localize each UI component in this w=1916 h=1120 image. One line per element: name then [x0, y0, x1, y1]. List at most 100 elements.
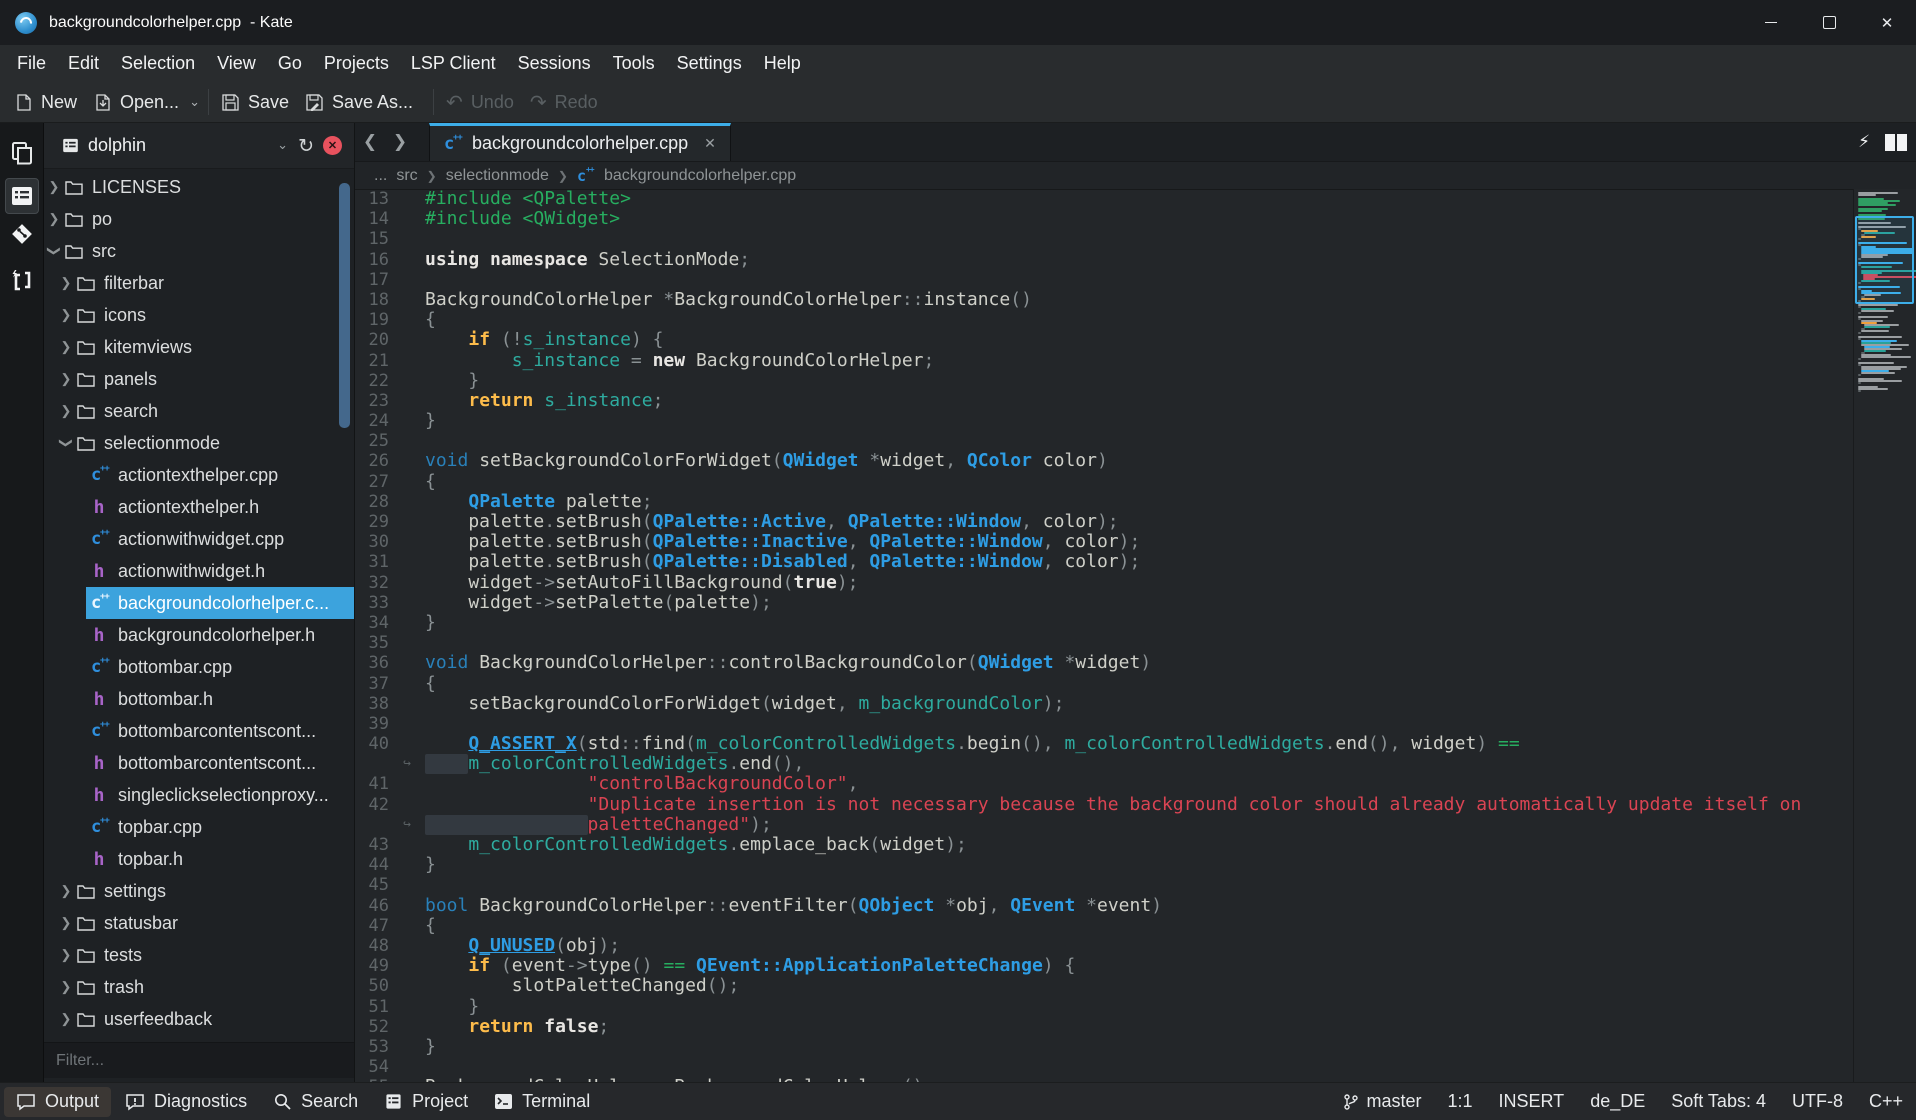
collapse-arrow-icon[interactable]: ❯	[46, 243, 62, 259]
expand-arrow-icon[interactable]: ❯	[58, 883, 74, 899]
code-line-54[interactable]: 54	[355, 1057, 1854, 1077]
tree-item-selectionmode[interactable]: ❯selectionmode	[44, 427, 354, 459]
code-line-34[interactable]: 34}	[355, 613, 1854, 633]
code-line-51[interactable]: 51 }	[355, 997, 1854, 1017]
expand-arrow-icon[interactable]: ❯	[58, 307, 74, 323]
code-line-27[interactable]: 27{	[355, 472, 1854, 492]
sidebar-tool-git[interactable]	[5, 216, 39, 252]
menu-go[interactable]: Go	[267, 45, 313, 82]
code-line-33[interactable]: 33 widget->setPalette(palette);	[355, 593, 1854, 613]
split-view-icon[interactable]	[1884, 133, 1908, 152]
tree-item-singleclickselectionproxy-[interactable]: hsingleclickselectionproxy...	[44, 779, 354, 811]
code-line-20[interactable]: 20 if (!s_instance) {	[355, 330, 1854, 350]
code-line-25[interactable]: 25	[355, 431, 1854, 451]
tree-item-trash[interactable]: ❯trash	[44, 971, 354, 1003]
expand-arrow-icon[interactable]: ❯	[58, 1011, 74, 1027]
tree-item-topbar-h[interactable]: htopbar.h	[44, 843, 354, 875]
collapse-arrow-icon[interactable]: ❯	[58, 435, 74, 451]
code-line-17[interactable]: 17	[355, 270, 1854, 290]
tree-item-backgroundcolorhelper-h[interactable]: hbackgroundcolorhelper.h	[44, 619, 354, 651]
code-line-14[interactable]: 14#include <QWidget>	[355, 209, 1854, 229]
code-line-37[interactable]: 37{	[355, 674, 1854, 694]
maximize-button[interactable]	[1800, 0, 1858, 45]
code-line-13[interactable]: 13#include <QPalette>	[355, 189, 1854, 209]
new-button[interactable]: New	[14, 92, 77, 113]
sidebar-tool-project[interactable]	[5, 178, 39, 214]
tree-item-licenses[interactable]: ❯LICENSES	[44, 171, 354, 203]
code-line-26[interactable]: 26void setBackgroundColorForWidget(QWidg…	[355, 451, 1854, 471]
code-line-52[interactable]: 52 return false;	[355, 1017, 1854, 1037]
status-de-de[interactable]: de_DE	[1590, 1091, 1645, 1112]
project-header[interactable]: dolphin ⌄ ↻ ✕	[44, 123, 354, 169]
panel-toggle-diagnostics[interactable]: Diagnostics	[113, 1087, 259, 1117]
breadcrumb-segment[interactable]: ...	[374, 167, 387, 185]
menu-view[interactable]: View	[206, 45, 267, 82]
minimize-button[interactable]	[1742, 0, 1800, 45]
sidebar-tool-documents[interactable]	[5, 135, 39, 171]
code-line-29[interactable]: 29 palette.setBrush(QPalette::Active, QP…	[355, 512, 1854, 532]
code-line-22[interactable]: 22 }	[355, 371, 1854, 391]
tree-item-icons[interactable]: ❯icons	[44, 299, 354, 331]
code-line-21[interactable]: 21 s_instance = new BackgroundColorHelpe…	[355, 351, 1854, 371]
filter-input[interactable]	[44, 1043, 354, 1078]
expand-arrow-icon[interactable]: ❯	[58, 979, 74, 995]
expand-arrow-icon[interactable]: ❯	[58, 403, 74, 419]
code-line-53[interactable]: 53}	[355, 1037, 1854, 1057]
tree-item-kitemviews[interactable]: ❯kitemviews	[44, 331, 354, 363]
tree-item-bottombar-cpp[interactable]: c++bottombar.cpp	[44, 651, 354, 683]
tree-item-bottombarcontentscont-[interactable]: hbottombarcontentscont...	[44, 747, 354, 779]
tree-item-statusbar[interactable]: ❯statusbar	[44, 907, 354, 939]
sidebar-tool-lsp-symbols[interactable]	[5, 263, 39, 299]
tree-item-settings[interactable]: ❯settings	[44, 875, 354, 907]
tree-item-bottombar-h[interactable]: hbottombar.h	[44, 683, 354, 715]
code-line-41[interactable]: 41 "controlBackgroundColor",	[355, 774, 1854, 794]
breadcrumb-segment[interactable]: src	[396, 167, 417, 185]
tree-item-src[interactable]: ❯src	[44, 235, 354, 267]
expand-arrow-icon[interactable]: ❯	[58, 371, 74, 387]
menu-edit[interactable]: Edit	[57, 45, 110, 82]
tree-item-topbar-cpp[interactable]: c++topbar.cpp	[44, 811, 354, 843]
code-line-43[interactable]: 43 m_colorControlledWidgets.emplace_back…	[355, 835, 1854, 855]
undo-button[interactable]: ↶ Undo	[446, 90, 514, 114]
code-wrapped-line[interactable]: ↪paletteChanged");	[355, 815, 1854, 835]
tab-nav-forward-icon[interactable]: ❯	[385, 132, 415, 152]
menu-settings[interactable]: Settings	[666, 45, 753, 82]
tree-scrollbar[interactable]	[339, 183, 350, 428]
redo-button[interactable]: ↷ Redo	[530, 90, 598, 114]
code-line-40[interactable]: 40 Q_ASSERT_X(std::find(m_colorControlle…	[355, 734, 1854, 754]
minimap-viewport[interactable]	[1855, 216, 1914, 304]
open-dropdown-caret[interactable]: ⌄	[189, 95, 200, 110]
save-button[interactable]: Save	[221, 92, 289, 113]
tree-item-search[interactable]: ❯search	[44, 395, 354, 427]
code-line-18[interactable]: 18BackgroundColorHelper *BackgroundColor…	[355, 290, 1854, 310]
code-line-44[interactable]: 44}	[355, 855, 1854, 875]
project-close-icon[interactable]: ✕	[323, 136, 342, 155]
tab-close-icon[interactable]: ✕	[704, 136, 716, 152]
code-line-49[interactable]: 49 if (event->type() == QEvent::Applicat…	[355, 956, 1854, 976]
status-soft-tabs-4[interactable]: Soft Tabs: 4	[1671, 1091, 1766, 1112]
project-dropdown-chevron-icon[interactable]: ⌄	[277, 138, 288, 153]
tree-item-po[interactable]: ❯po	[44, 203, 354, 235]
tab-nav-back-icon[interactable]: ❮	[355, 132, 385, 152]
code-line-16[interactable]: 16using namespace SelectionMode;	[355, 250, 1854, 270]
save-as-button[interactable]: Save As...	[305, 92, 413, 113]
code-wrapped-line[interactable]: ↪m_colorControlledWidgets.end(),	[355, 754, 1854, 774]
status-c++[interactable]: C++	[1869, 1091, 1903, 1112]
expand-arrow-icon[interactable]: ❯	[58, 275, 74, 291]
breadcrumb-segment[interactable]: backgroundcolorhelper.cpp	[604, 167, 796, 185]
code-line-48[interactable]: 48 Q_UNUSED(obj);	[355, 936, 1854, 956]
code-line-47[interactable]: 47{	[355, 916, 1854, 936]
tree-item-backgroundcolorhelper-c-[interactable]: c++backgroundcolorhelper.c...	[44, 587, 354, 619]
tree-item-actionwithwidget-cpp[interactable]: c++actionwithwidget.cpp	[44, 523, 354, 555]
breadcrumb-segment[interactable]: selectionmode	[446, 167, 549, 185]
menu-sessions[interactable]: Sessions	[507, 45, 602, 82]
project-refresh-icon[interactable]: ↻	[298, 135, 314, 157]
code-line-50[interactable]: 50 slotPaletteChanged();	[355, 976, 1854, 996]
expand-arrow-icon[interactable]: ❯	[58, 915, 74, 931]
panel-toggle-terminal[interactable]: Terminal	[482, 1087, 602, 1117]
status-1-1[interactable]: 1:1	[1447, 1091, 1472, 1112]
menu-lsp-client[interactable]: LSP Client	[400, 45, 507, 82]
code-line-36[interactable]: 36void BackgroundColorHelper::controlBac…	[355, 653, 1854, 673]
panel-toggle-project[interactable]: Project	[372, 1087, 480, 1117]
tab-backgroundcolorhelper[interactable]: c++ backgroundcolorhelper.cpp ✕	[429, 123, 731, 161]
